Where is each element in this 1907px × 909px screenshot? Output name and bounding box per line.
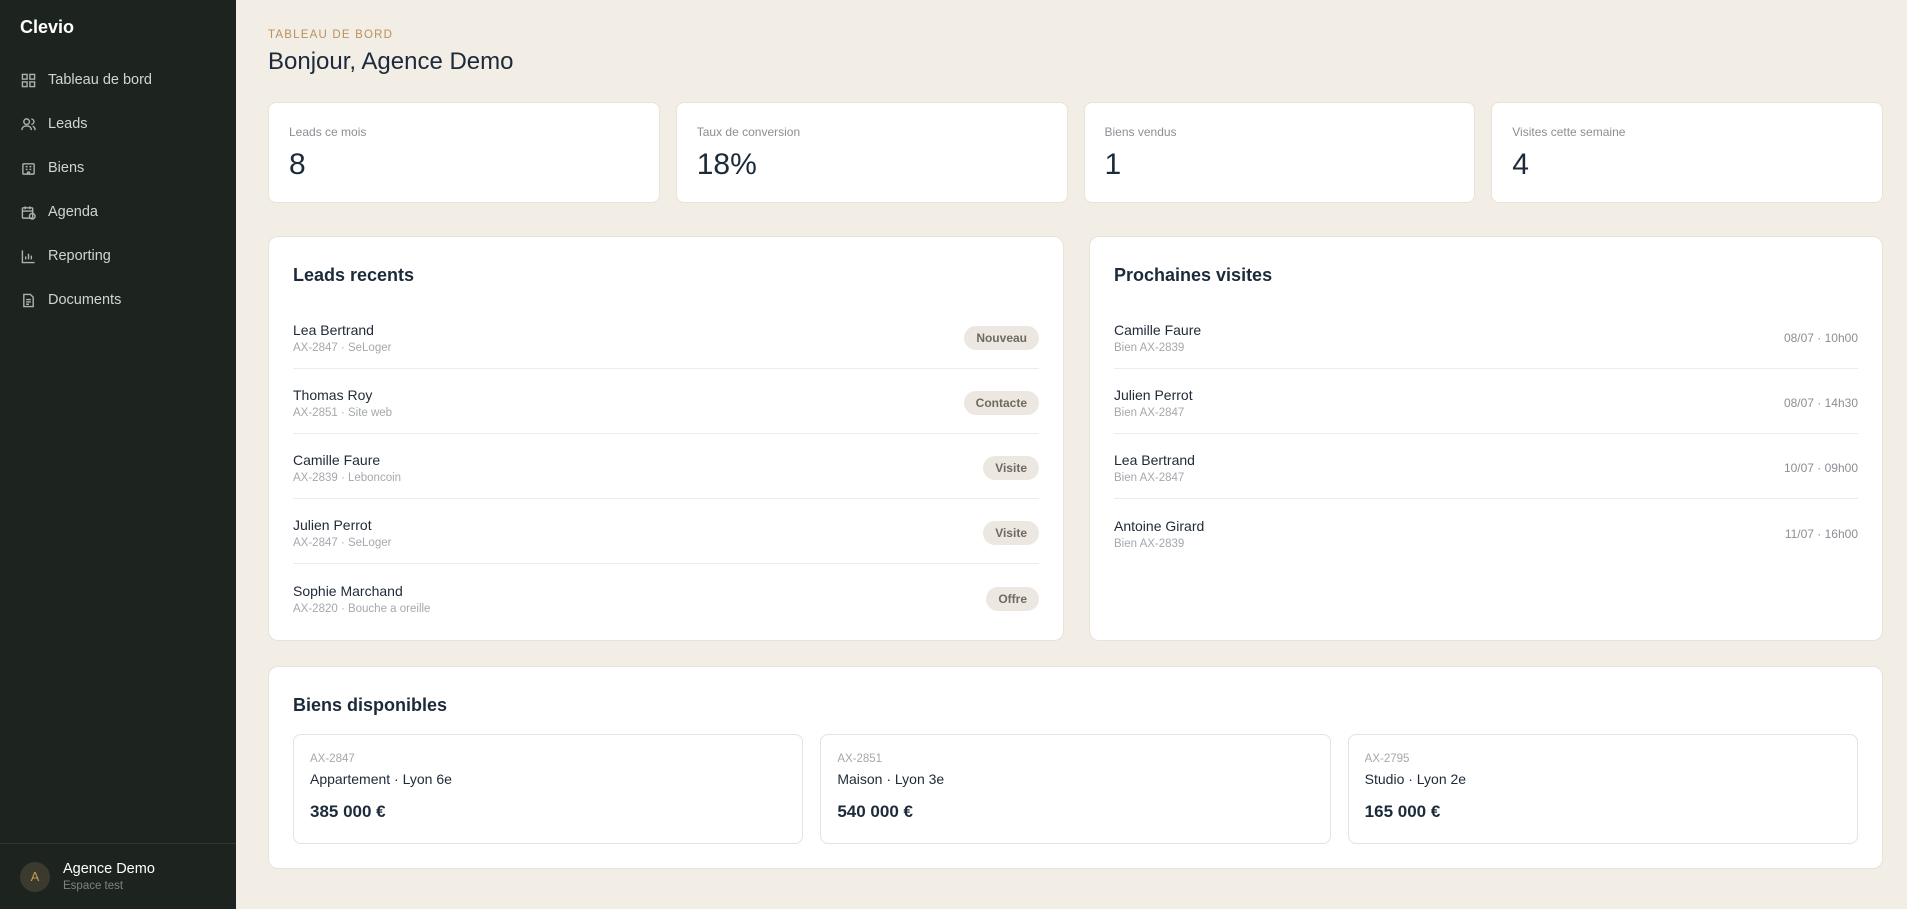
- sidebar-item-label: Biens: [48, 160, 85, 176]
- user-name: Agence Demo: [63, 861, 155, 877]
- stat-card-leads: Leads ce mois 8: [268, 102, 660, 203]
- stat-value: 1: [1104, 148, 1122, 181]
- sidebar-nav: Tableau de bord Leads Biens Agenda Repor…: [0, 58, 236, 322]
- building-icon: [20, 160, 36, 176]
- lead-name: Julien Perrot: [293, 517, 372, 533]
- lead-name: Lea Bertrand: [293, 322, 374, 338]
- visit-row[interactable]: Camille Faure Bien AX-2839 08/07 · 10h00: [1114, 304, 1858, 369]
- document-icon: [20, 292, 36, 308]
- sidebar-item-label: Documents: [48, 292, 122, 308]
- status-badge: Nouveau: [964, 326, 1039, 350]
- lead-name: Thomas Roy: [293, 387, 373, 403]
- app-logo[interactable]: Clevio: [0, 0, 236, 58]
- lead-source: AX-2820 · Bouche a oreille: [293, 602, 431, 615]
- stat-card-sold: Biens vendus 1: [1083, 102, 1476, 203]
- sidebar-item-label: Reporting: [48, 248, 111, 264]
- visit-datetime: 08/07 · 14h30: [1783, 396, 1858, 410]
- stat-card-conversion: Taux de conversion 18%: [675, 102, 1068, 203]
- sidebar-item-documents[interactable]: Documents: [0, 278, 236, 322]
- property-type: Studio · Lyon 2e: [1364, 771, 1467, 787]
- visit-datetime: 10/07 · 09h00: [1783, 461, 1858, 475]
- users-icon: [20, 116, 36, 132]
- visit-name: Camille Faure: [1114, 322, 1202, 338]
- stat-card-visits: Visites cette semaine 4: [1491, 102, 1883, 203]
- panel-title: Biens disponibles: [293, 695, 448, 715]
- sidebar-item-label: Agenda: [48, 204, 98, 220]
- property-price: 540 000 €: [837, 802, 913, 821]
- sidebar-item-leads[interactable]: Leads: [0, 102, 236, 146]
- property-card[interactable]: AX-2847 Appartement · Lyon 6e 385 000 €: [293, 734, 804, 844]
- property-type: Appartement · Lyon 6e: [310, 771, 452, 787]
- upcoming-visits-panel: Prochaines visites Camille Faure Bien AX-…: [1089, 236, 1883, 641]
- panel-title: Leads recents: [293, 265, 415, 285]
- sidebar-item-agenda[interactable]: Agenda: [0, 190, 236, 234]
- lead-source: AX-2839 · Leboncoin: [293, 472, 402, 484]
- stat-label: Visites cette semaine: [1512, 125, 1626, 139]
- visit-name: Julien Perrot: [1114, 387, 1193, 403]
- sidebar-item-biens[interactable]: Biens: [0, 146, 236, 190]
- status-badge: Offre: [986, 586, 1039, 611]
- property-cards: AX-2847 Appartement · Lyon 6e 385 000 € …: [293, 734, 1858, 844]
- visit-property: Bien AX-2847: [1114, 472, 1185, 484]
- sidebar-item-tableau-de-bord[interactable]: Tableau de bord: [0, 58, 236, 102]
- status-badge: Contacte: [963, 391, 1039, 415]
- lead-row[interactable]: Thomas Roy AX-2851 · Site web Contacte: [293, 369, 1039, 434]
- visit-name: Lea Bertrand: [1114, 452, 1195, 468]
- sidebar-item-label: Leads: [48, 116, 88, 132]
- property-card[interactable]: AX-2851 Maison · Lyon 3e 540 000 €: [820, 734, 1331, 844]
- visit-datetime: 08/07 · 10h00: [1783, 331, 1858, 345]
- visit-property: Bien AX-2839: [1114, 342, 1185, 354]
- property-ref: AX-2851: [837, 753, 883, 765]
- property-price: 385 000 €: [310, 802, 386, 821]
- visit-property: Bien AX-2839: [1114, 537, 1185, 550]
- user-profile[interactable]: A Agence Demo Espace test: [0, 843, 236, 909]
- breadcrumb: TABLEAU DE BORD: [268, 29, 394, 41]
- stat-label: Biens vendus: [1104, 125, 1177, 139]
- middle-row: Leads recents Lea Bertrand AX-2847 · SeLo…: [268, 236, 1883, 641]
- visit-datetime: 11/07 · 16h00: [1784, 526, 1858, 541]
- status-badge: Visite: [983, 521, 1039, 545]
- property-ref: AX-2847: [310, 753, 355, 765]
- lead-row[interactable]: Julien Perrot AX-2847 · SeLoger Visite: [293, 499, 1039, 564]
- panel-title: Prochaines visites: [1114, 265, 1273, 285]
- stat-label: Taux de conversion: [696, 125, 801, 139]
- lead-row[interactable]: Camille Faure AX-2839 · Leboncoin Visite: [293, 434, 1039, 499]
- lead-row[interactable]: Lea Bertrand AX-2847 · SeLoger Nouveau: [293, 304, 1039, 369]
- stats-row: Leads ce mois 8 Taux de conversion 18% B…: [268, 102, 1883, 203]
- user-workspace: Espace test: [63, 880, 124, 892]
- lead-row[interactable]: Sophie Marchand AX-2820 · Bouche a oreill…: [293, 564, 1039, 629]
- sidebar-item-reporting[interactable]: Reporting: [0, 234, 236, 278]
- property-card[interactable]: AX-2795 Studio · Lyon 2e 165 000 €: [1347, 734, 1858, 844]
- stat-value: 4: [1512, 148, 1529, 181]
- recent-leads-panel: Leads recents Lea Bertrand AX-2847 · SeLo…: [268, 236, 1064, 641]
- sidebar-item-label: Tableau de bord: [48, 72, 152, 88]
- lead-source: AX-2847 · SeLoger: [293, 537, 392, 549]
- visit-property: Bien AX-2847: [1114, 407, 1185, 419]
- visit-row[interactable]: Julien Perrot Bien AX-2847 08/07 · 14h30: [1114, 369, 1858, 434]
- lead-source: AX-2851 · Site web: [293, 407, 393, 419]
- page-title: Bonjour, Agence Demo: [268, 48, 514, 75]
- stat-label: Leads ce mois: [289, 125, 367, 139]
- main-content: TABLEAU DE BORD Bonjour, Agence Demo Lea…: [236, 0, 1907, 909]
- visit-name: Antoine Girard: [1114, 517, 1205, 534]
- stat-value: 18%: [696, 148, 757, 181]
- lead-source: AX-2847 · SeLoger: [293, 342, 392, 354]
- available-properties-panel: Biens disponibles AX-2847 Appartement · …: [268, 666, 1883, 869]
- visit-row[interactable]: Lea Bertrand Bien AX-2847 10/07 · 09h00: [1114, 434, 1858, 499]
- bar-chart-icon: [20, 248, 36, 264]
- visit-row[interactable]: Antoine Girard Bien AX-2839 11/07 · 16h00: [1114, 499, 1858, 564]
- status-badge: Visite: [983, 456, 1039, 480]
- stat-value: 8: [289, 148, 306, 181]
- calendar-icon: [20, 204, 36, 220]
- property-ref: AX-2795: [1364, 753, 1410, 765]
- avatar: A: [20, 861, 50, 892]
- property-price: 165 000 €: [1364, 802, 1441, 821]
- dashboard-icon: [20, 72, 36, 88]
- property-type: Maison · Lyon 3e: [837, 771, 945, 787]
- lead-name: Camille Faure: [293, 452, 381, 468]
- sidebar: Clevio Tableau de bord Leads Biens Agend…: [0, 0, 236, 909]
- lead-name: Sophie Marchand: [293, 582, 403, 599]
